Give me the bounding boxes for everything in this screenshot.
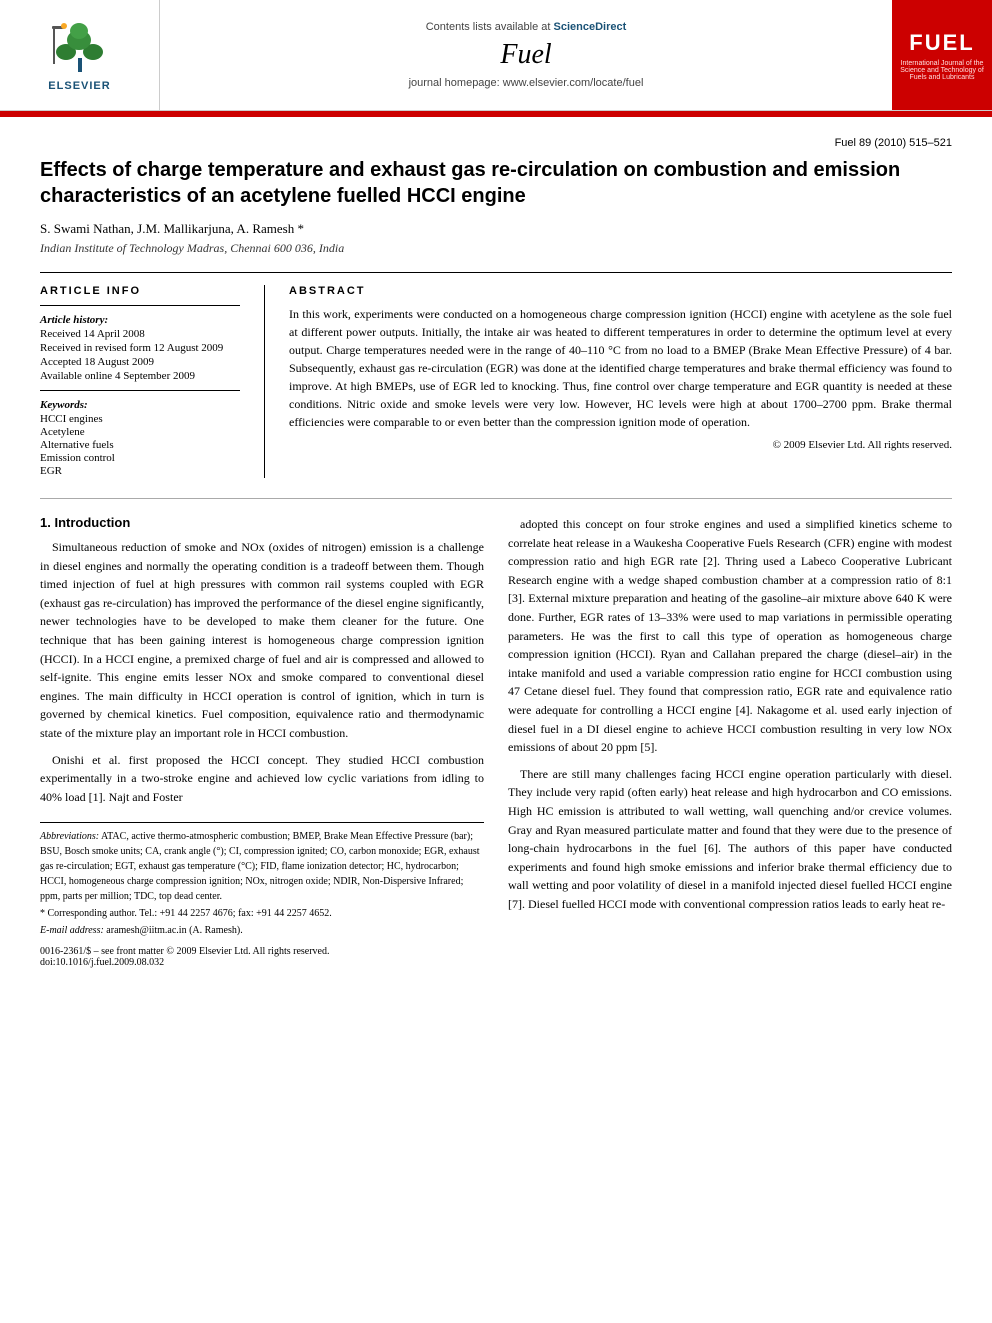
paper-title: Effects of charge temperature and exhaus…: [40, 157, 952, 209]
history-label: Article history:: [40, 314, 240, 326]
copyright-line: © 2009 Elsevier Ltd. All rights reserved…: [289, 439, 952, 451]
body-two-col: 1. Introduction Simultaneous reduction o…: [40, 515, 952, 968]
left-column: 1. Introduction Simultaneous reduction o…: [40, 515, 484, 968]
fuel-logo-text: FUEL: [909, 30, 974, 56]
email-label: E-mail address:: [40, 925, 104, 936]
keywords-list: HCCI engines Acetylene Alternative fuels…: [40, 413, 240, 477]
keyword-3: Alternative fuels: [40, 439, 240, 451]
abstract-section: ABSTRACT In this work, experiments were …: [289, 285, 952, 478]
authors-text: S. Swami Nathan, J.M. Mallikarjuna, A. R…: [40, 221, 304, 236]
corresponding-author: * Corresponding author. Tel.: +91 44 225…: [40, 906, 484, 921]
abstract-text: In this work, experiments were conducted…: [289, 305, 952, 431]
email-value: aramesh@iitm.ac.in (A. Ramesh).: [106, 925, 242, 936]
abbreviations-label: Abbreviations:: [40, 831, 99, 842]
article-info-heading: ARTICLE INFO: [40, 285, 240, 297]
info-abstract-divider: [264, 285, 265, 478]
fuel-logo-box: FUEL International Journal of the Scienc…: [892, 0, 992, 110]
paper-body: Fuel 89 (2010) 515–521 Effects of charge…: [0, 117, 992, 988]
right-para-2: There are still many challenges facing H…: [508, 765, 952, 914]
corresponding-label: * Corresponding author.: [40, 908, 137, 919]
intro-para-1: Simultaneous reduction of smoke and NOx …: [40, 538, 484, 743]
available-at-text: Contents lists available at: [426, 21, 551, 33]
affiliation: Indian Institute of Technology Madras, C…: [40, 241, 952, 256]
journal-info-center: Contents lists available at ScienceDirec…: [160, 0, 892, 110]
keyword-4: Emission control: [40, 452, 240, 464]
info-abstract-section: ARTICLE INFO Article history: Received 1…: [40, 285, 952, 478]
elsevier-tree-icon: [52, 18, 107, 76]
sciencedirect-link[interactable]: ScienceDirect: [554, 21, 627, 33]
issn-text: 0016-2361/$ – see front matter © 2009 El…: [40, 946, 484, 957]
right-para-1: adopted this concept on four stroke engi…: [508, 515, 952, 757]
intro-heading: 1. Introduction: [40, 515, 484, 530]
keywords-label: Keywords:: [40, 399, 240, 411]
issn-line: 0016-2361/$ – see front matter © 2009 El…: [40, 946, 484, 968]
journal-ref-text: Fuel 89 (2010) 515–521: [835, 137, 952, 149]
received-date: Received 14 April 2008: [40, 328, 240, 340]
journal-header: ELSEVIER Contents lists available at Sci…: [0, 0, 992, 117]
body-divider: [40, 498, 952, 499]
article-info: ARTICLE INFO Article history: Received 1…: [40, 285, 240, 478]
red-accent-bar: [0, 111, 992, 115]
elsevier-logo: ELSEVIER: [0, 0, 160, 110]
available-date: Available online 4 September 2009: [40, 370, 240, 382]
elsevier-brand-text: ELSEVIER: [48, 80, 110, 92]
fuel-logo-subtitle: International Journal of the Science and…: [900, 60, 984, 81]
right-column: adopted this concept on four stroke engi…: [508, 515, 952, 968]
journal-ref: Fuel 89 (2010) 515–521: [40, 137, 952, 149]
doi-text: doi:10.1016/j.fuel.2009.08.032: [40, 957, 484, 968]
abbreviations: Abbreviations: ATAC, active thermo-atmos…: [40, 829, 484, 904]
title-divider: [40, 272, 952, 273]
email-line: E-mail address: aramesh@iitm.ac.in (A. R…: [40, 923, 484, 938]
abstract-heading: ABSTRACT: [289, 285, 952, 297]
revised-date: Received in revised form 12 August 2009: [40, 342, 240, 354]
keyword-1: HCCI engines: [40, 413, 240, 425]
intro-para-2: Onishi et al. first proposed the HCCI co…: [40, 751, 484, 807]
footnote-text: Abbreviations: ATAC, active thermo-atmos…: [40, 829, 484, 938]
tel-text: Tel.: +91 44 2257 4676; fax: +91 44 2257…: [139, 908, 332, 919]
intro-body: Simultaneous reduction of smoke and NOx …: [40, 538, 484, 806]
accepted-date: Accepted 18 August 2009: [40, 356, 240, 368]
authors: S. Swami Nathan, J.M. Mallikarjuna, A. R…: [40, 221, 952, 237]
journal-title: Fuel: [500, 39, 551, 71]
right-body: adopted this concept on four stroke engi…: [508, 515, 952, 913]
abbreviations-content: ATAC, active thermo-atmospheric combusti…: [40, 831, 480, 902]
footnote-section: Abbreviations: ATAC, active thermo-atmos…: [40, 822, 484, 968]
journal-homepage: journal homepage: www.elsevier.com/locat…: [409, 77, 644, 89]
keyword-2: Acetylene: [40, 426, 240, 438]
keyword-5: EGR: [40, 465, 240, 477]
sciencedirect-label: Contents lists available at ScienceDirec…: [426, 21, 627, 33]
